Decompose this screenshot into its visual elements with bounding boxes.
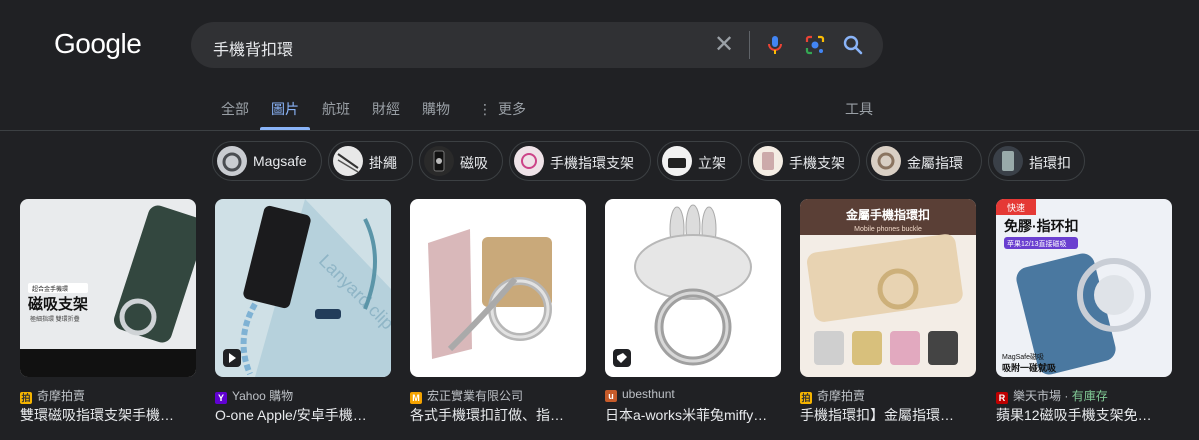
in-stock-badge: 有庫存 [1071,389,1108,403]
yahoo-auction-favicon-icon: 拍 [800,392,812,404]
close-icon: ✕ [713,31,735,58]
company-favicon-icon: M [410,392,422,404]
overlay-text: MagSafe磁吸 [1002,352,1044,361]
result-source-label: 宏正實業有限公司 [427,389,524,403]
tab-more-label: 更多 [498,101,526,117]
result-source[interactable]: u ubesthunt [605,387,675,402]
overlay-text: 超合金手機環 [32,285,68,293]
tab-more[interactable]: ⋮ 更多 [478,99,526,119]
result-source[interactable]: R 樂天市場 · 有庫存 [996,387,1108,404]
chip-thumbnail [424,146,454,176]
chip-thumbnail [662,146,692,176]
chip-stand[interactable]: 立架 [657,141,742,181]
result-title[interactable]: O-one Apple/安卓手機… [215,405,391,425]
overlay-text: 吸附一碰就吸 [1002,362,1057,373]
result-source-label: Yahoo 購物 [232,389,294,403]
chip-label: Magsafe [253,153,307,169]
tab-flights[interactable]: 航班 [322,99,350,119]
voice-search-button[interactable] [763,33,787,57]
chip-magnetic[interactable]: 磁吸 [419,141,503,181]
result-title[interactable]: 雙環磁吸指環支架手機… [20,405,196,425]
result-thumbnail[interactable] [605,199,781,377]
chip-ring-buckle[interactable]: 指環扣 [988,141,1085,181]
result-source[interactable]: 拍奇摩拍賣 [800,387,865,404]
tab-finance[interactable]: 財經 [372,99,400,119]
chip-metal-ring[interactable]: 金屬指環 [866,141,982,181]
result-source-label: 奇摩拍賣 [37,389,86,403]
active-tab-indicator [260,127,310,130]
result-thumbnail[interactable] [410,199,586,377]
overlay-text: 免膠·指环扣 [1004,218,1079,234]
tools-button[interactable]: 工具 [845,99,873,119]
result-source[interactable]: 拍奇摩拍賣 [20,387,85,404]
result-thumbnail[interactable]: 金屬手機指環扣 Mobile phones buckle [800,199,976,377]
overlay-text: 快速 [1007,202,1025,213]
yahoo-favicon-icon: Y [215,392,227,404]
search-divider [749,31,750,59]
search-bar[interactable]: 手機背扣環 ✕ [191,22,883,68]
result-title[interactable]: 蘋果12磁吸手機支架免… [996,405,1172,425]
yahoo-auction-favicon-icon: 拍 [20,392,32,404]
chip-phone-ring-stand[interactable]: 手機指環支架 [509,141,651,181]
search-tabs: 全部 圖片 航班 財經 購物 ⋮ 更多 工具 [0,90,1199,131]
chip-magsafe[interactable]: Magsafe [212,141,322,181]
more-vert-icon: ⋮ [478,101,492,117]
result-title[interactable]: 日本a-works米菲兔miffy… [605,405,781,425]
overlay-text: 極細指環 雙環折疊 [30,315,80,323]
chip-thumbnail [753,146,783,176]
google-logo[interactable]: Google [54,28,142,60]
chip-thumbnail [217,146,247,176]
chip-phone-stand[interactable]: 手機支架 [748,141,860,181]
tab-all[interactable]: 全部 [221,99,249,119]
overlay-text: 磁吸支架 [28,295,88,313]
result-source-label: ubesthunt [622,387,675,401]
lens-search-button[interactable] [803,33,827,57]
clear-search-button[interactable]: ✕ [711,32,737,58]
chip-label: 手機指環支架 [550,155,634,171]
result-title[interactable]: 各式手機環扣訂做、指… [410,405,586,425]
chip-label: 立架 [698,155,726,171]
overlay-text: 金屬手機指環扣 [845,207,930,222]
result-source-label: 奇摩拍賣 [817,389,866,403]
search-button[interactable] [841,33,865,57]
chip-label: 磁吸 [460,155,488,171]
chip-label: 指環扣 [1029,155,1071,171]
source-separator: · [1061,389,1072,403]
result-thumbnail[interactable]: 快速 免膠·指环扣 苹果12/13直接磁吸 MagSafe磁吸 吸附一碰就吸 [996,199,1172,377]
chip-thumbnail [993,146,1023,176]
tab-shopping[interactable]: 購物 [422,99,450,119]
result-source[interactable]: Y Yahoo 購物 [215,387,293,404]
rakuten-favicon-icon: R [996,392,1008,404]
overlay-text: Mobile phones buckle [854,226,922,233]
chip-label: 手機支架 [789,155,845,171]
overlay-text: 苹果12/13直接磁吸 [1007,239,1067,248]
chip-lanyard[interactable]: 掛繩 [328,141,413,181]
result-thumbnail[interactable]: 超合金手機環 磁吸支架 極細指環 雙環折疊 [20,199,196,377]
chip-thumbnail [871,146,901,176]
shop-favicon-icon: u [605,390,617,402]
result-thumbnail[interactable]: Lanyard clip [215,199,391,377]
result-source-label: 樂天市場 [1013,389,1062,403]
result-title[interactable]: 手機指環扣】金屬指環… [800,405,976,425]
chip-thumbnail [514,146,544,176]
tab-images[interactable]: 圖片 [271,99,299,119]
chip-label: 金屬指環 [907,155,963,171]
chip-thumbnail [333,146,363,176]
result-source[interactable]: M 宏正實業有限公司 [410,387,523,404]
chip-label: 掛繩 [369,155,397,171]
search-input[interactable]: 手機背扣環 [213,36,293,60]
